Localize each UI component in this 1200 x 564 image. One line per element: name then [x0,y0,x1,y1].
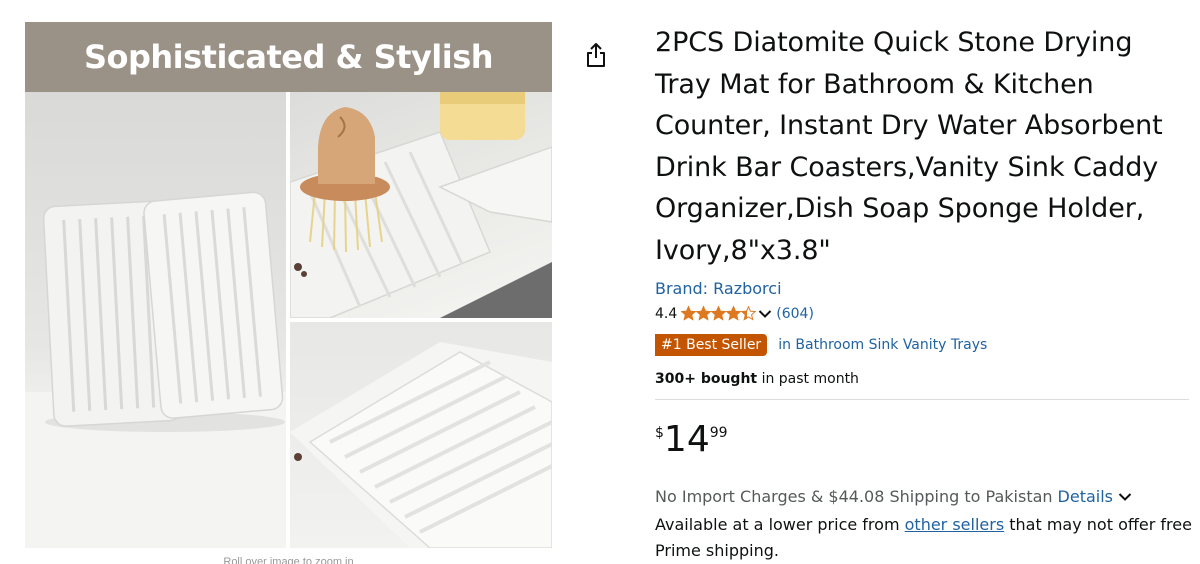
bought-in-past-month: 300+ bought in past month [655,371,1195,391]
lower-price-notice: Available at a lower price from other se… [655,512,1195,564]
price: $ 14 99 [655,418,1195,462]
star-icon [741,306,757,321]
price-symbol: $ [655,424,664,441]
image-banner: Sophisticated & Stylish [25,22,552,92]
other-sellers-link[interactable]: other sellers [905,515,1005,534]
lower-price-prefix: Available at a lower price from [655,514,905,534]
star-icon [681,306,697,321]
share-button[interactable] [582,42,610,72]
bestseller-row: #1 Best Seller in Bathroom Sink Vanity T… [655,333,1195,357]
product-page: Sophisticated & Stylish Roll over image … [0,0,1200,564]
star-icon [726,306,742,321]
bestseller-badge[interactable]: #1 Best Seller [655,333,768,356]
product-info: 2PCS Diatomite Quick Stone Drying Tray M… [655,22,1195,564]
star-icon [711,306,727,321]
bestseller-category-link[interactable]: in Bathroom Sink Vanity Trays [778,337,987,353]
product-title: 2PCS Diatomite Quick Stone Drying Tray M… [655,27,1163,266]
image-panel-mats-closeup [290,322,552,548]
product-image[interactable]: Sophisticated & Stylish [25,22,552,548]
chevron-down-icon[interactable] [1118,492,1132,502]
shipping-text: No Import Charges & $44.08 Shipping to P… [655,486,1053,506]
chevron-down-icon[interactable] [758,309,772,319]
image-caption: Roll over image to zoom in [223,556,354,564]
bought-suffix: in past month [757,370,859,387]
bought-count: 300+ bought [655,370,758,387]
divider [655,398,1189,400]
star-rating[interactable] [681,306,757,321]
price-fraction: 99 [709,424,728,441]
star-icon [696,306,712,321]
shipping-info: No Import Charges & $44.08 Shipping to P… [655,486,1195,508]
image-panel-mats-standing [25,92,286,548]
price-whole: 14 [663,418,710,460]
review-count-link[interactable]: (604) [776,306,814,322]
rating-value: 4.4 [655,305,678,322]
brand-link[interactable]: Brand: Razborci [655,279,782,298]
shipping-details-link[interactable]: Details [1058,486,1113,508]
rating-row: 4.4 (604) [655,304,1195,324]
share-icon [585,42,607,73]
image-panel-brush-soap [290,92,552,318]
